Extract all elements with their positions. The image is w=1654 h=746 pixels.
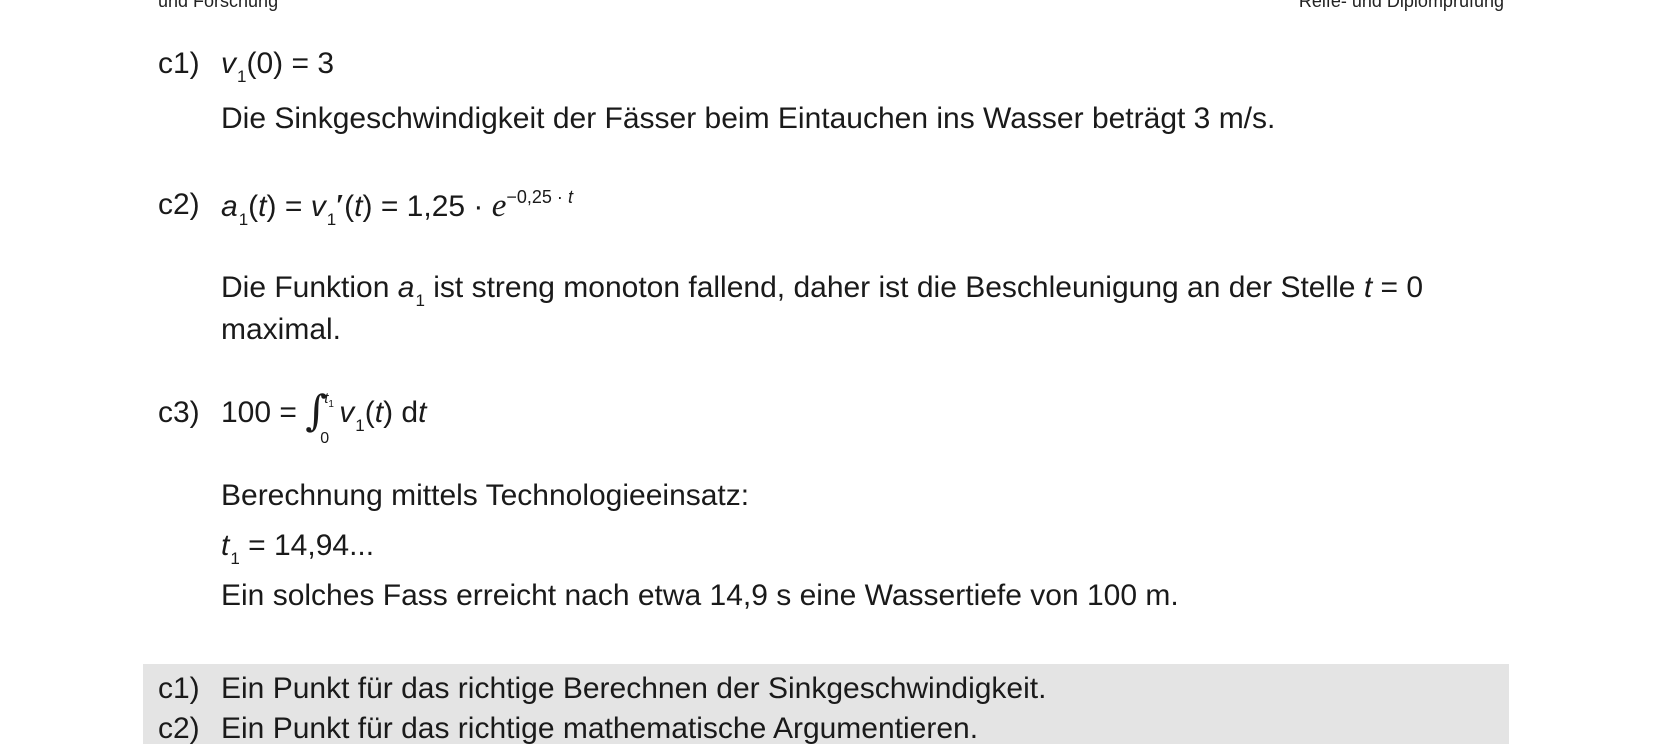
c2-open: ( — [248, 190, 259, 223]
c3-t1-rest: = 14,94... — [239, 529, 375, 562]
c2-exp: −0,25 · t — [506, 187, 573, 207]
c3-v: v — [339, 396, 355, 429]
c1-rest: (0) = 3 — [246, 47, 335, 80]
c1-sub: 1 — [237, 67, 247, 86]
c2-prime: ′ — [335, 187, 345, 223]
grading-c2-label: c2) — [158, 712, 200, 745]
c2-text-line1: Die Funktion a1 ist streng monoton falle… — [221, 271, 1424, 310]
c3-t: t — [374, 396, 384, 429]
c2-formula: a1(t) = v1′(t) = 1,25 · e−0,25 · t — [221, 187, 573, 229]
c3-open: ( — [364, 396, 375, 429]
c2-text-sub: 1 — [415, 291, 425, 310]
c2-close-eq: ) = — [266, 190, 311, 223]
c3-close: ) d — [383, 396, 419, 429]
c2-sub1: 1 — [238, 210, 249, 229]
c3-line3: Ein solches Fass erreicht nach etwa 14,9… — [221, 579, 1179, 612]
c2-text-var-a: a — [397, 271, 415, 304]
c2-v: v — [310, 190, 326, 223]
c2-t: t — [258, 190, 267, 223]
c2-text-f: = 0 — [1372, 271, 1424, 304]
c3-dt: t — [418, 396, 427, 429]
integral-lower: 0 — [320, 430, 330, 447]
header-left: und Forschung — [158, 0, 279, 11]
c2-text-a: Die Funktion — [221, 271, 398, 304]
c3-v-sub: 1 — [355, 416, 365, 435]
c3-t1-var: t — [221, 529, 230, 562]
c2-label: c2) — [158, 188, 200, 221]
grading-c1-label: c1) — [158, 672, 200, 705]
c1-formula: v1(0) = 3 — [221, 47, 335, 86]
c1-text: Die Sinkgeschwindigkeit der Fässer beim … — [221, 102, 1276, 135]
c2-exp-t: t — [567, 187, 573, 207]
c3-t1-sub: 1 — [230, 549, 240, 568]
integral-sign: ∫ t1 0 — [305, 386, 339, 447]
c2-e: e — [491, 188, 507, 224]
c2-open2: ( — [344, 190, 355, 223]
c2-t2: t — [354, 190, 363, 223]
c3-line1: Berechnung mittels Technologieeinsatz: — [221, 479, 750, 512]
c2-text-line2: maximal. — [221, 313, 342, 346]
c1-var: v — [221, 47, 236, 80]
grading-c1-text: Ein Punkt für das richtige Berechnen der… — [221, 672, 1047, 705]
header-right: Reife- und Diplomprüfung — [1298, 0, 1504, 11]
c1-label: c1) — [158, 47, 200, 80]
c2-sub2: 1 — [326, 210, 337, 229]
integral-upper: t1 — [324, 382, 334, 418]
c3-formula: 100 = ∫ t1 0 v1(t) dt — [221, 386, 427, 447]
c3-lhs: 100 = — [221, 396, 306, 429]
grading-c2-text: Ein Punkt für das richtige mathematische… — [221, 712, 979, 745]
c3-t1-result: t1 = 14,94... — [221, 529, 375, 568]
c2-a: a — [221, 190, 238, 223]
c2-rhs: ) = 1,25 · — [362, 190, 492, 223]
c2-text-t: t — [1363, 271, 1373, 304]
c3-label: c3) — [158, 396, 200, 429]
upper-sub: 1 — [328, 399, 334, 410]
c2-exp-num: −0,25 · — [506, 187, 568, 207]
c2-text-d: ist streng monoton fallend, daher ist di… — [424, 271, 1364, 304]
